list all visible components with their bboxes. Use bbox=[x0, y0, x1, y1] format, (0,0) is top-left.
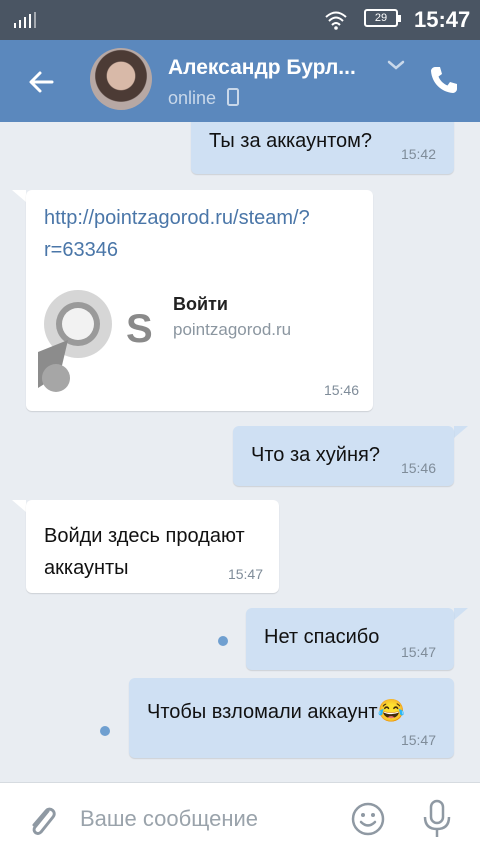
message-time: 15:42 bbox=[400, 146, 436, 162]
message-outgoing[interactable]: Чтобы взломали аккаунт😂 15:47 bbox=[129, 678, 454, 758]
paperclip-icon[interactable] bbox=[24, 801, 60, 841]
unread-indicator bbox=[218, 636, 228, 646]
message-input[interactable] bbox=[80, 799, 330, 839]
emoji-laughing-icon: 😂 bbox=[377, 698, 405, 723]
signal-icon bbox=[14, 12, 36, 28]
message-outgoing[interactable]: Нет спасибо 15:47 bbox=[246, 608, 454, 670]
message-incoming-link[interactable]: http://pointzagorod.ru/steam/? r=63346 S… bbox=[26, 190, 373, 411]
message-text: Войди здесь продают аккаунты bbox=[44, 525, 245, 579]
phone-icon[interactable] bbox=[426, 62, 462, 98]
battery-icon: 29 bbox=[364, 9, 401, 27]
message-text: Что за хуйня? bbox=[251, 444, 380, 466]
svg-text:S: S bbox=[126, 307, 153, 351]
avatar[interactable] bbox=[90, 48, 152, 110]
presence-status: online bbox=[168, 88, 240, 109]
message-text: Чтобы взломали аккаунт😂 bbox=[147, 698, 405, 723]
chat-header: Александр Бурл... online bbox=[0, 40, 480, 122]
mobile-device-icon bbox=[227, 88, 240, 106]
message-time: 15:47 bbox=[227, 566, 263, 582]
bubble-tail bbox=[12, 190, 26, 202]
message-outgoing[interactable]: Что за хуйня? 15:46 bbox=[233, 426, 454, 486]
steam-logo-icon: S bbox=[38, 282, 160, 400]
message-time: 15:47 bbox=[400, 644, 436, 660]
message-composer bbox=[0, 782, 480, 854]
microphone-icon[interactable] bbox=[420, 799, 454, 839]
message-list[interactable]: Ты за аккаунтом? 15:42 http://pointzagor… bbox=[0, 122, 480, 782]
wifi-icon bbox=[325, 11, 347, 30]
back-arrow-icon[interactable] bbox=[22, 62, 62, 102]
message-link[interactable]: http://pointzagorod.ru/steam/? r=63346 bbox=[44, 202, 310, 266]
message-outgoing[interactable]: Ты за аккаунтом? 15:42 bbox=[191, 122, 454, 174]
status-time: 15:47 bbox=[414, 7, 471, 32]
message-time: 15:46 bbox=[400, 460, 436, 476]
link-preview-title[interactable]: Войти bbox=[173, 294, 228, 315]
message-text: Ты за аккаунтом? bbox=[209, 130, 373, 152]
contact-name[interactable]: Александр Бурл... bbox=[168, 56, 356, 80]
unread-indicator bbox=[100, 726, 110, 736]
status-bar: 29 15:47 bbox=[0, 0, 480, 40]
bubble-tail bbox=[454, 426, 468, 438]
smile-icon[interactable] bbox=[350, 801, 386, 837]
bubble-tail bbox=[12, 500, 26, 512]
message-incoming[interactable]: Войди здесь продают аккаунты 15:47 bbox=[26, 500, 279, 593]
message-time: 15:47 bbox=[400, 732, 436, 748]
link-preview-domain: pointzagorod.ru bbox=[173, 320, 292, 339]
bubble-tail bbox=[454, 608, 468, 620]
chevron-down-icon[interactable] bbox=[386, 58, 406, 72]
link-preview-image[interactable]: S bbox=[38, 282, 160, 400]
message-time: 15:46 bbox=[323, 382, 359, 398]
message-text: Нет спасибо bbox=[264, 626, 380, 648]
